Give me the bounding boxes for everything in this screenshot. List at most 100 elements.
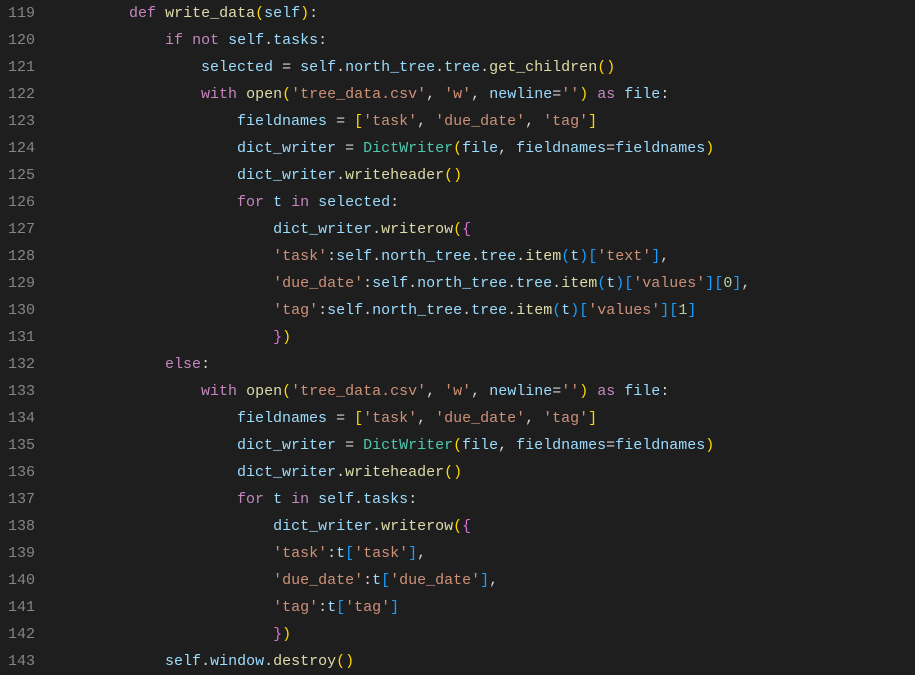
line-number: 140 [8, 567, 35, 594]
token-br0: ( [444, 464, 453, 481]
code-line[interactable]: with open('tree_data.csv', 'w', newline=… [57, 378, 915, 405]
token-str: 'due_date' [273, 572, 363, 589]
code-line[interactable]: 'tag':t['tag'] [57, 594, 915, 621]
code-line[interactable]: dict_writer.writerow({ [57, 513, 915, 540]
token-br1: { [462, 518, 471, 535]
token-op [615, 383, 624, 400]
code-line[interactable]: 'due_date':self.north_tree.tree.item(t)[… [57, 270, 915, 297]
token-self: tree [516, 275, 552, 292]
token-op: . [471, 248, 480, 265]
token-op: , [660, 248, 669, 265]
code-line[interactable]: for t in self.tasks: [57, 486, 915, 513]
token-op: : [201, 356, 210, 373]
token-self: fieldnames [237, 410, 327, 427]
token-br2: ] [390, 599, 399, 616]
code-line[interactable]: }) [57, 324, 915, 351]
token-str: 'tag' [273, 302, 318, 319]
token-op: = [327, 410, 354, 427]
token-op [282, 491, 291, 508]
line-number: 135 [8, 432, 35, 459]
token-self: north_tree [372, 302, 462, 319]
token-br0: [ [354, 113, 363, 130]
token-op: = [336, 140, 363, 157]
line-number: 119 [8, 0, 35, 27]
token-self: file [462, 140, 498, 157]
token-self: dict_writer [237, 437, 336, 454]
code-area[interactable]: def write_data(self): if not self.tasks:… [57, 0, 915, 674]
line-number: 121 [8, 54, 35, 81]
token-op: , [525, 410, 543, 427]
token-self: t [273, 194, 282, 211]
token-op: : [318, 599, 327, 616]
token-self: selected [201, 59, 273, 76]
token-self: t [372, 572, 381, 589]
token-op [309, 194, 318, 211]
token-br2: ] [732, 275, 741, 292]
code-line[interactable]: 'task':t['task'], [57, 540, 915, 567]
token-op: . [507, 275, 516, 292]
code-line[interactable]: for t in selected: [57, 189, 915, 216]
token-br0: ) [606, 59, 615, 76]
token-str: 'tag' [345, 599, 390, 616]
line-number: 143 [8, 648, 35, 675]
token-op: = [606, 437, 615, 454]
token-fn: destroy [273, 653, 336, 670]
token-kw: not [192, 32, 219, 49]
code-line[interactable]: 'tag':self.north_tree.tree.item(t)['valu… [57, 297, 915, 324]
token-op: , [498, 437, 516, 454]
line-number: 125 [8, 162, 35, 189]
token-op: : [390, 194, 399, 211]
line-number: 139 [8, 540, 35, 567]
token-op: = [552, 86, 561, 103]
token-self: file [624, 86, 660, 103]
code-line[interactable]: dict_writer.writeheader() [57, 162, 915, 189]
token-str: 'w' [444, 86, 471, 103]
code-editor[interactable]: 1191201211221231241251261271281291301311… [0, 0, 915, 674]
token-str: 'tag' [273, 599, 318, 616]
token-str: 'values' [588, 302, 660, 319]
token-self: dict_writer [273, 518, 372, 535]
code-line[interactable]: with open('tree_data.csv', 'w', newline=… [57, 81, 915, 108]
token-self: fieldnames [516, 437, 606, 454]
code-line[interactable]: 'task':self.north_tree.tree.item(t)['tex… [57, 243, 915, 270]
token-self: t [561, 302, 570, 319]
code-line[interactable]: dict_writer.writerow({ [57, 216, 915, 243]
token-fn: item [525, 248, 561, 265]
code-line[interactable]: }) [57, 621, 915, 648]
token-self: self [336, 248, 372, 265]
token-str: 'task' [363, 113, 417, 130]
code-line[interactable]: else: [57, 351, 915, 378]
token-self: dict_writer [237, 464, 336, 481]
token-op [588, 86, 597, 103]
token-fn: item [561, 275, 597, 292]
token-br1: { [462, 221, 471, 238]
code-line[interactable]: dict_writer = DictWriter(file, fieldname… [57, 135, 915, 162]
token-br2: [ [624, 275, 633, 292]
code-line[interactable]: dict_writer = DictWriter(file, fieldname… [57, 432, 915, 459]
code-line[interactable]: fieldnames = ['task', 'due_date', 'tag'] [57, 405, 915, 432]
token-self: selected [318, 194, 390, 211]
code-line[interactable]: selected = self.north_tree.tree.get_chil… [57, 54, 915, 81]
token-op [615, 86, 624, 103]
code-line[interactable]: def write_data(self): [57, 0, 915, 27]
token-self: self [372, 275, 408, 292]
token-br2: ) [570, 302, 579, 319]
token-br0: ) [345, 653, 354, 670]
code-line[interactable]: 'due_date':t['due_date'], [57, 567, 915, 594]
code-line[interactable]: dict_writer.writeheader() [57, 459, 915, 486]
code-line[interactable]: self.window.destroy() [57, 648, 915, 675]
token-br0: ) [282, 626, 291, 643]
token-kw: in [291, 194, 309, 211]
code-line[interactable]: if not self.tasks: [57, 27, 915, 54]
token-str: 'due_date' [390, 572, 480, 589]
token-str: '' [561, 86, 579, 103]
token-br2: [ [336, 599, 345, 616]
token-op: : [327, 248, 336, 265]
token-op: , [417, 545, 426, 562]
token-op: , [417, 410, 435, 427]
line-number: 128 [8, 243, 35, 270]
token-self: self [165, 653, 201, 670]
code-line[interactable]: fieldnames = ['task', 'due_date', 'tag'] [57, 108, 915, 135]
token-cls: DictWriter [363, 140, 453, 157]
token-op: , [426, 383, 444, 400]
